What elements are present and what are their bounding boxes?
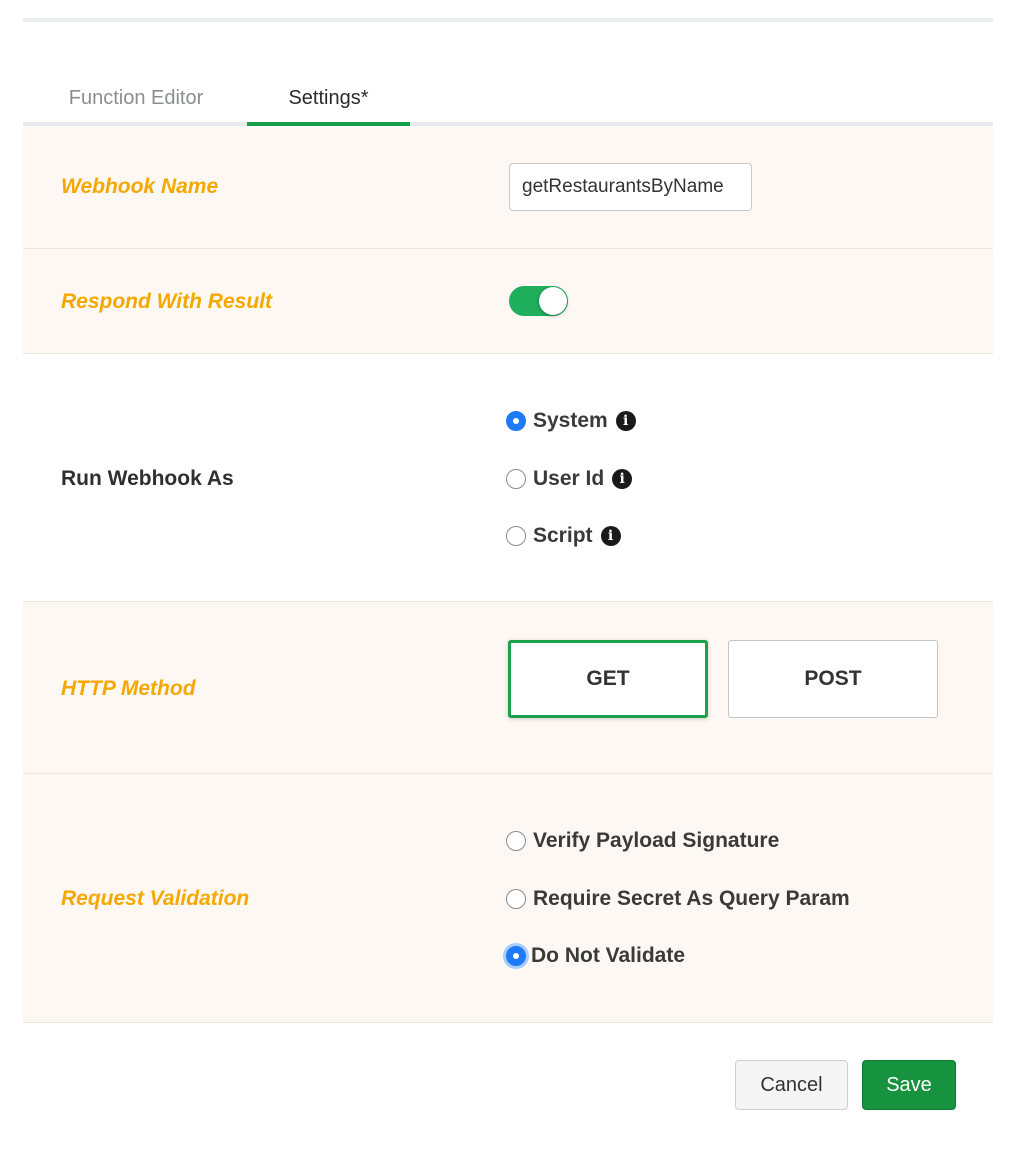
radio-verify-payload-signature[interactable] bbox=[506, 831, 526, 851]
radio-script[interactable] bbox=[506, 526, 526, 546]
http-method-post-button[interactable]: POST bbox=[728, 640, 938, 718]
toggle-knob bbox=[539, 287, 567, 315]
info-icon[interactable]: i bbox=[615, 411, 636, 431]
info-icon[interactable]: i bbox=[612, 469, 633, 489]
http-method-label: HTTP Method bbox=[61, 677, 196, 700]
validation-option-verify-signature[interactable]: Verify Payload Signature bbox=[506, 826, 779, 856]
respond-with-result-row: Respond With Result bbox=[23, 249, 993, 354]
validation-option-do-not-validate[interactable]: Do Not Validate bbox=[506, 941, 685, 971]
validation-option-require-secret[interactable]: Require Secret As Query Param bbox=[506, 884, 850, 914]
radio-do-not-validate-label: Do Not Validate bbox=[531, 944, 686, 967]
info-icon[interactable]: i bbox=[600, 526, 621, 546]
tab-settings[interactable]: Settings* bbox=[247, 74, 410, 126]
webhook-name-label: Webhook Name bbox=[61, 175, 219, 198]
run-as-option-script[interactable]: Script i bbox=[506, 521, 621, 551]
tab-bar: Function Editor Settings* bbox=[23, 74, 993, 126]
http-method-get-button[interactable]: GET bbox=[508, 640, 708, 718]
run-as-option-user-id[interactable]: User Id i bbox=[506, 464, 633, 494]
save-button[interactable]: Save bbox=[862, 1060, 956, 1110]
tab-settings-label: Settings* bbox=[288, 87, 369, 109]
respond-with-result-label: Respond With Result bbox=[61, 290, 272, 313]
cancel-button[interactable]: Cancel bbox=[735, 1060, 848, 1110]
radio-do-not-validate[interactable] bbox=[506, 946, 526, 966]
radio-user-id-label: User Id bbox=[533, 467, 605, 490]
http-method-row: HTTP Method GET POST bbox=[23, 602, 993, 774]
radio-require-secret-label: Require Secret As Query Param bbox=[533, 887, 850, 910]
top-divider bbox=[23, 18, 993, 22]
run-webhook-as-label: Run Webhook As bbox=[61, 467, 234, 490]
run-webhook-as-row: Run Webhook As System i User Id i Script… bbox=[23, 354, 993, 602]
request-validation-label: Request Validation bbox=[61, 887, 250, 910]
run-as-option-system[interactable]: System i bbox=[506, 406, 636, 436]
respond-with-result-toggle[interactable] bbox=[509, 286, 568, 316]
tab-function-editor[interactable]: Function Editor bbox=[49, 74, 223, 126]
radio-system[interactable] bbox=[506, 411, 526, 431]
radio-require-secret[interactable] bbox=[506, 889, 526, 909]
webhook-name-input[interactable] bbox=[509, 163, 752, 211]
request-validation-row: Request Validation Verify Payload Signat… bbox=[23, 774, 993, 1023]
radio-verify-payload-signature-label: Verify Payload Signature bbox=[533, 829, 780, 852]
radio-system-label: System bbox=[533, 409, 608, 432]
webhook-name-row: Webhook Name bbox=[23, 126, 993, 249]
radio-user-id[interactable] bbox=[506, 469, 526, 489]
radio-script-label: Script bbox=[533, 524, 593, 547]
